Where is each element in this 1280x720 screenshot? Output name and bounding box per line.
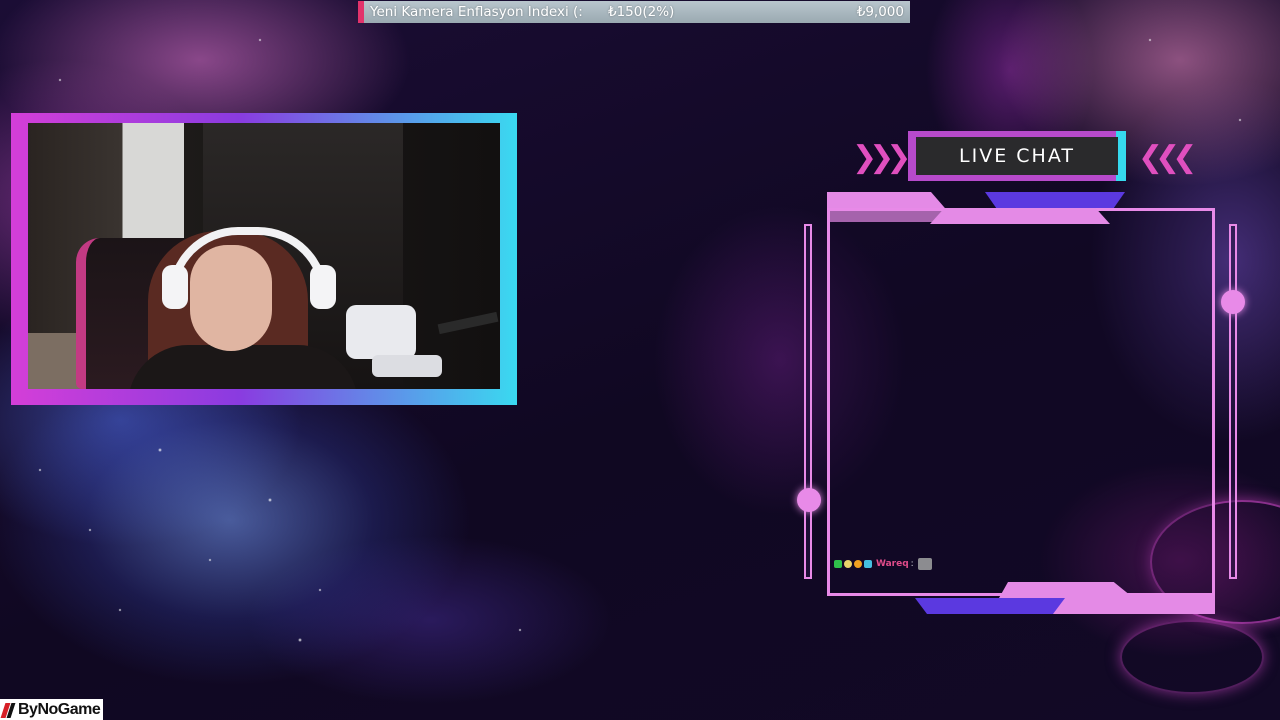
badge-icon bbox=[834, 560, 842, 568]
logo-mark-icon bbox=[2, 701, 16, 719]
chat-window bbox=[827, 208, 1215, 596]
info-badge-icon bbox=[854, 560, 862, 568]
chat-frame-accent-top bbox=[985, 192, 1125, 208]
headphone-cup-right bbox=[310, 265, 336, 309]
bynogame-logo: ByNoGame bbox=[0, 699, 103, 720]
chat-separator: : bbox=[910, 559, 914, 569]
chat-frame-accent-bottom bbox=[915, 598, 1065, 614]
chevron-left-icon: ❮❮❮ bbox=[1138, 140, 1197, 175]
webcam-feed bbox=[28, 123, 500, 389]
price-ticker: Yeni Kamera Enflasyon Indexi (: ₺150(2%)… bbox=[358, 1, 910, 23]
neon-swirl-decoration bbox=[1120, 620, 1264, 694]
grid-badge-icon bbox=[864, 560, 872, 568]
live-chat-title: LIVE CHAT bbox=[916, 137, 1118, 175]
chat-rail-left bbox=[804, 224, 812, 579]
streamer-body bbox=[128, 345, 358, 389]
ticker-label: Yeni Kamera Enflasyon Indexi (: bbox=[370, 4, 583, 20]
logo-text: ByNoGame bbox=[18, 700, 101, 718]
chat-rail-right bbox=[1229, 224, 1237, 579]
ticker-price: ₺9,000 bbox=[856, 4, 904, 20]
microphone-stand bbox=[372, 355, 442, 377]
moon-icon bbox=[844, 560, 852, 568]
chat-message: Wareq : bbox=[834, 558, 932, 570]
chevron-right-icon: ❯❯❯ bbox=[852, 140, 911, 175]
headphone-cup-left bbox=[162, 265, 188, 309]
ticker-change: ₺150(2%) bbox=[608, 4, 675, 20]
cat-emote-icon bbox=[917, 558, 932, 570]
microphone-icon bbox=[346, 305, 416, 359]
chat-rail-knob-right bbox=[1221, 290, 1245, 314]
chat-username: Wareq bbox=[876, 559, 909, 569]
chat-frame-tab-top-center bbox=[930, 208, 1110, 224]
chat-rail-knob-left bbox=[797, 488, 821, 512]
